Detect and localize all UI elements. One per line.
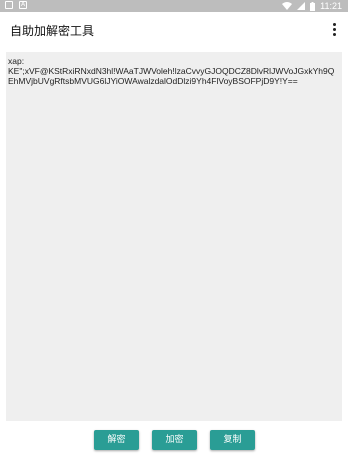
- decrypt-button[interactable]: 解密: [94, 430, 139, 450]
- sim-icon: A: [19, 1, 27, 9]
- notification-icon: [5, 1, 13, 9]
- more-vert-icon[interactable]: [328, 20, 340, 38]
- battery-icon: [310, 1, 316, 11]
- menu-dot: [332, 32, 336, 36]
- menu-dot: [332, 22, 336, 26]
- menu-dot: [332, 27, 336, 31]
- wifi-icon: [282, 2, 293, 10]
- content-textarea[interactable]: xap: KE";xVF@KStRxiRNxdN3hl!WAaTJWVoleh!…: [6, 52, 342, 421]
- status-left-icons: A: [5, 1, 27, 9]
- page-title: 自助加解密工具: [10, 24, 95, 38]
- status-bar: A 11:21: [0, 0, 348, 12]
- encrypt-button[interactable]: 加密: [152, 430, 197, 450]
- app-bar: 自助加解密工具: [0, 12, 348, 46]
- status-right-icons: 11:21: [282, 0, 342, 12]
- copy-button[interactable]: 复制: [210, 430, 255, 450]
- signal-icon: [297, 2, 306, 10]
- status-time: 11:21: [320, 1, 342, 11]
